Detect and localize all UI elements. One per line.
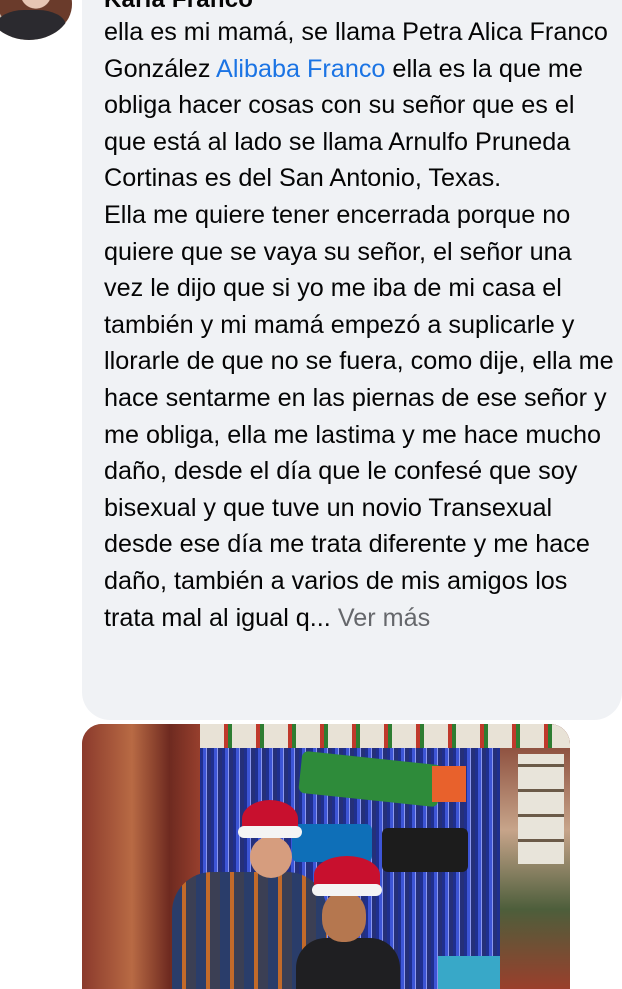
comment-paragraph-2: Ella me quiere tener encerrada porque no… <box>104 197 616 636</box>
author-avatar[interactable] <box>0 0 72 40</box>
see-more-link[interactable]: Ver más <box>338 604 430 632</box>
comment-paragraph-1: ella es mi mamá, se llama Petra Alica Fr… <box>104 14 616 197</box>
comment-text: ella es mi mamá, se llama Petra Alica Fr… <box>104 14 616 636</box>
comment-author-name[interactable]: Karla Franco <box>104 0 253 14</box>
comment-photo[interactable] <box>82 724 570 989</box>
comment-text-part: Ella me quiere tener encerrada porque no… <box>104 200 614 632</box>
mention-link[interactable]: Alibaba Franco <box>216 55 385 83</box>
